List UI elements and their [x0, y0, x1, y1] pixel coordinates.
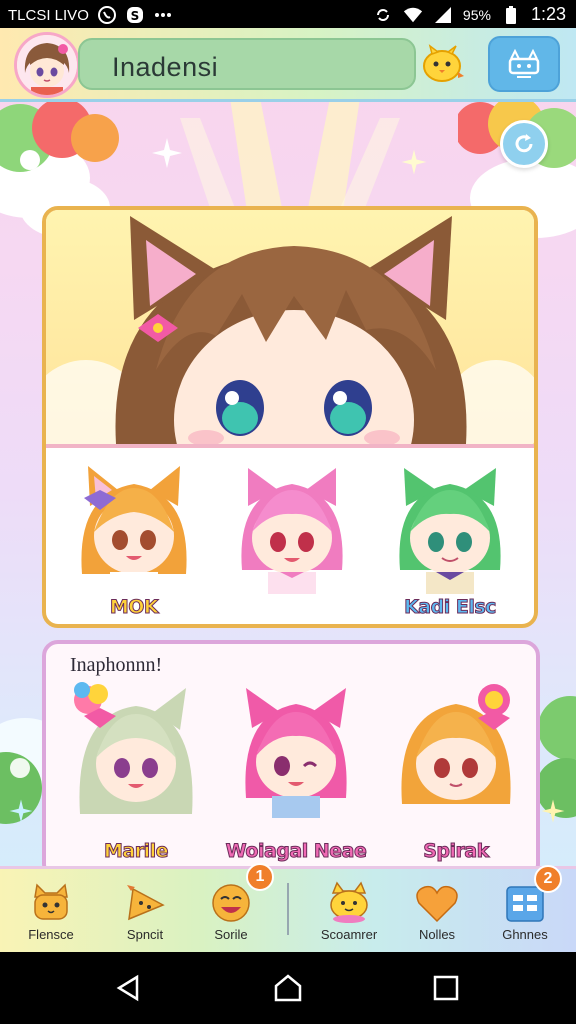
character-thumbnail[interactable] — [60, 454, 208, 614]
nav-divider — [287, 883, 289, 935]
profile-avatar[interactable] — [14, 32, 80, 98]
smiley-icon — [212, 884, 250, 922]
character-label: MOK — [109, 596, 159, 619]
character-thumbnail[interactable] — [62, 674, 210, 834]
hero-portrait[interactable] — [46, 210, 534, 444]
nav-item-nolles[interactable]: Nolles — [394, 869, 480, 952]
decor-bushes-left — [0, 98, 119, 172]
green-cat-girl-icon — [399, 468, 501, 594]
character-thumbnail[interactable] — [222, 674, 370, 834]
notification-badge: 1 — [246, 863, 274, 891]
character-label: Kadi Elsc — [404, 596, 497, 619]
status-left: TLCSI LIVO S — [8, 5, 173, 25]
top-bar: Inadensi — [0, 28, 576, 102]
featured-card: MOK Kadi Elsc — [42, 206, 538, 628]
status-bar: TLCSI LIVO S 95% 1:23 — [0, 0, 576, 28]
status-right: 95% 1:23 — [373, 4, 566, 25]
nav-item-sorile[interactable]: Sorile 1 — [188, 863, 274, 952]
nav-label: Nolles — [418, 927, 456, 942]
system-nav-bar — [0, 952, 576, 1024]
sparkle-3 — [9, 799, 33, 823]
orange-cat-girl-icon — [81, 466, 187, 594]
silver-cat-girl-icon — [74, 682, 193, 814]
amber-girl-icon — [401, 684, 511, 804]
featured-thumbnails: MOK Kadi Elsc — [46, 454, 534, 624]
nav-label: Flensce — [28, 927, 74, 942]
wifi-icon — [403, 5, 423, 25]
nav-label: Spncit — [126, 927, 164, 942]
nav-label: Sorile — [214, 927, 248, 942]
sparkle-4 — [541, 799, 565, 823]
cat-ears-icon — [508, 49, 540, 78]
collection-card: Inaphonnn! Marile Woiagal Neae Spirak — [42, 640, 540, 880]
skype-icon: S — [125, 5, 145, 25]
app-screen: Inadensi MOK Kadi Elsc Inaphonnn! Marile… — [0, 28, 576, 952]
more-icon — [153, 5, 173, 25]
nav-item-spncit[interactable]: Spncit — [102, 869, 188, 952]
heart-icon — [416, 885, 458, 923]
battery-icon — [501, 5, 521, 25]
cat-bowl-icon — [330, 881, 368, 923]
signal-icon — [433, 5, 453, 25]
anime-girl-avatar-icon — [17, 35, 77, 95]
bottom-nav: Flensce Spncit Sorile 1 Scoamrer Nolles … — [0, 863, 576, 952]
cat-menu-button[interactable] — [488, 36, 560, 92]
character-label: Marile — [103, 840, 169, 863]
cat-face-icon — [34, 883, 68, 920]
character-thumbnail[interactable] — [382, 674, 530, 834]
character-thumbnail[interactable] — [218, 454, 366, 614]
nav-item-scoamrer[interactable]: Scoamrer — [306, 869, 392, 952]
search-input[interactable]: Inadensi — [78, 38, 416, 90]
home-icon — [274, 974, 302, 1002]
battery-percent: 95% — [462, 6, 491, 23]
card-divider — [46, 444, 534, 448]
refresh-button[interactable] — [500, 120, 548, 168]
status-time: 1:23 — [530, 4, 566, 24]
character-thumbnail[interactable] — [376, 454, 524, 614]
sparkle-1 — [152, 138, 182, 168]
nav-item-flensce[interactable]: Flensce — [8, 869, 94, 952]
carrier-text: TLCSI LIVO — [8, 6, 89, 24]
magenta-cat-girl-icon — [245, 688, 347, 818]
refresh-icon — [515, 134, 533, 153]
nav-label: Ghnnes — [502, 927, 548, 942]
recents-button[interactable] — [428, 970, 464, 1006]
recents-icon — [433, 975, 459, 1001]
sync-icon — [373, 5, 393, 25]
viber-icon — [97, 5, 117, 25]
svg-text:S: S — [131, 9, 140, 23]
cat-girl-portrait-icon — [46, 216, 534, 444]
yellow-chick-icon[interactable] — [418, 38, 468, 88]
nav-label: Scoamrer — [320, 927, 378, 942]
home-button[interactable] — [270, 970, 306, 1006]
back-icon — [116, 974, 139, 1002]
collection-thumbnails: Marile Woiagal Neae Spirak — [46, 674, 534, 863]
pencil-cat-icon — [127, 885, 165, 921]
character-label: Woiagal Neae — [225, 840, 367, 863]
notification-badge: 2 — [534, 865, 562, 893]
search-input-value: Inadensi — [112, 52, 219, 82]
pink-cat-girl-icon — [241, 468, 343, 594]
character-label: Spirak — [423, 840, 490, 863]
sparkle-2 — [401, 149, 427, 175]
back-button[interactable] — [110, 970, 146, 1006]
nav-item-ghnnes[interactable]: Ghnnes 2 — [482, 865, 568, 952]
